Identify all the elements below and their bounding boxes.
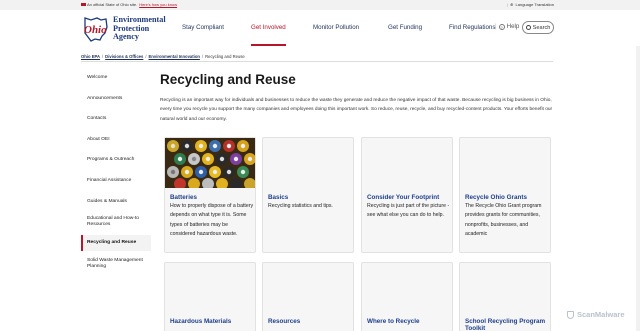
page-title: Recycling and Reuse: [160, 72, 296, 87]
card-consider-footprint-body: Recycling is just part of the picture - …: [367, 203, 450, 219]
sidebar-item-contacts[interactable]: Contacts: [81, 112, 151, 126]
sidebar-item-educational-resources[interactable]: Educational and How-to Resources: [81, 212, 151, 231]
nav-find-regulations[interactable]: Find Regulations: [449, 10, 495, 46]
card-resources-title[interactable]: Resources: [268, 318, 300, 325]
nav-get-involved[interactable]: Get Involved: [251, 10, 286, 46]
breadcrumb-separator: /: [145, 54, 147, 59]
card-where-to-recycle-title[interactable]: Where to Recycle: [367, 318, 420, 325]
card-basics-body: Recycling statistics and tips.: [268, 203, 333, 209]
intro-paragraph: Recycling is an important way for indivi…: [160, 98, 553, 122]
batteries-image: [165, 138, 255, 188]
sidebar-item-recycling-reuse[interactable]: Recycling and Reuse: [81, 235, 151, 251]
card-resources[interactable]: Resources: [262, 262, 354, 331]
breadcrumb-ohio-epa[interactable]: Ohio EPA: [81, 54, 100, 59]
card-batteries-title[interactable]: Batteries: [170, 194, 197, 201]
card-consider-footprint-title[interactable]: Consider Your Footprint: [367, 194, 439, 201]
svg-text:Ohio: Ohio: [84, 24, 107, 36]
ohio-flag-icon: [81, 3, 86, 7]
search-icon: [525, 25, 531, 30]
page-scrollbar[interactable]: [636, 0, 640, 331]
card-basics[interactable]: Basics Recycling statistics and tips.: [262, 137, 354, 253]
card-hazardous-materials-title[interactable]: Hazardous Materials: [170, 318, 231, 325]
card-consider-footprint[interactable]: Consider Your Footprint Recycling is jus…: [361, 137, 453, 253]
sidebar-item-guides-manuals[interactable]: Guides & Manuals: [81, 195, 151, 209]
card-recycle-ohio-grants-body: The Recycle Ohio Grant program provides …: [465, 203, 542, 237]
breadcrumb-divider: [81, 61, 553, 62]
card-recycle-ohio-grants[interactable]: Recycle Ohio Grants The Recycle Ohio Gra…: [459, 137, 551, 253]
sidebar-item-welcome[interactable]: Welcome: [81, 71, 151, 85]
card-hazardous-materials[interactable]: Hazardous Materials: [164, 262, 256, 331]
nav-monitor-pollution[interactable]: Monitor Pollution: [313, 10, 359, 46]
breadcrumb-environmental-innovation[interactable]: Environmental Innovation: [149, 54, 200, 59]
globe-icon: ⊕: [510, 2, 514, 7]
sidebar-item-solid-waste-planning[interactable]: Solid Waste Management Planning: [81, 254, 151, 273]
scanmalware-watermark: ScanMalware: [567, 310, 625, 319]
card-basics-title[interactable]: Basics: [268, 194, 288, 201]
card-recycle-ohio-grants-title[interactable]: Recycle Ohio Grants: [465, 194, 527, 201]
sidebar-item-programs-outreach[interactable]: Programs & Outreach: [81, 153, 151, 167]
question-circle-icon: ?: [498, 23, 505, 30]
shield-icon: [567, 310, 574, 319]
site-header: Ohio Environmental Protection Agency Sta…: [0, 10, 640, 46]
heres-how-you-know-link[interactable]: Here's how you know: [139, 2, 177, 7]
card-batteries-body: How to properly dispose of a battery dep…: [170, 203, 254, 237]
ohio-outline-logo-icon: Ohio: [81, 15, 111, 43]
card-batteries[interactable]: Batteries How to properly dispose of a b…: [164, 137, 256, 253]
agency-name: Environmental Protection Agency: [113, 15, 166, 42]
breadcrumb-current: Recycling and Reuse: [205, 54, 245, 59]
breadcrumb-separator: /: [201, 54, 204, 59]
sidebar-item-about-oei[interactable]: About OEI: [81, 133, 151, 147]
ohio-epa-logo[interactable]: Ohio Environmental Protection Agency: [81, 15, 177, 43]
breadcrumb: Ohio EPA / Divisions & Offices / Environment…: [81, 54, 245, 59]
language-translation-link[interactable]: | ⊕ Language Translation: [507, 0, 554, 10]
breadcrumb-separator: /: [102, 54, 104, 59]
official-site-bar: An official State of Ohio site. Here's ho…: [0, 0, 640, 10]
pipe-divider: |: [495, 23, 497, 30]
card-school-recycling-toolkit[interactable]: School Recycling Program Toolkit: [459, 262, 551, 331]
breadcrumb-divisions-offices[interactable]: Divisions & Offices: [105, 54, 143, 59]
pipe-divider: |: [507, 2, 509, 7]
nav-get-funding[interactable]: Get Funding: [388, 10, 422, 46]
nav-stay-compliant[interactable]: Stay Compliant: [182, 10, 224, 46]
sidebar-nav: Welcome Announcements Contacts About OEI…: [81, 66, 151, 273]
search-button[interactable]: Search: [522, 21, 554, 34]
sidebar-item-financial-assistance[interactable]: Financial Assistance: [81, 174, 151, 188]
sidebar-item-announcements[interactable]: Announcements: [81, 92, 151, 106]
help-link[interactable]: | ? Help: [495, 23, 519, 30]
card-school-recycling-toolkit-title[interactable]: School Recycling Program Toolkit: [465, 318, 549, 331]
official-notice: An official State of Ohio site. Here's ho…: [81, 0, 177, 10]
card-where-to-recycle[interactable]: Where to Recycle: [361, 262, 453, 331]
